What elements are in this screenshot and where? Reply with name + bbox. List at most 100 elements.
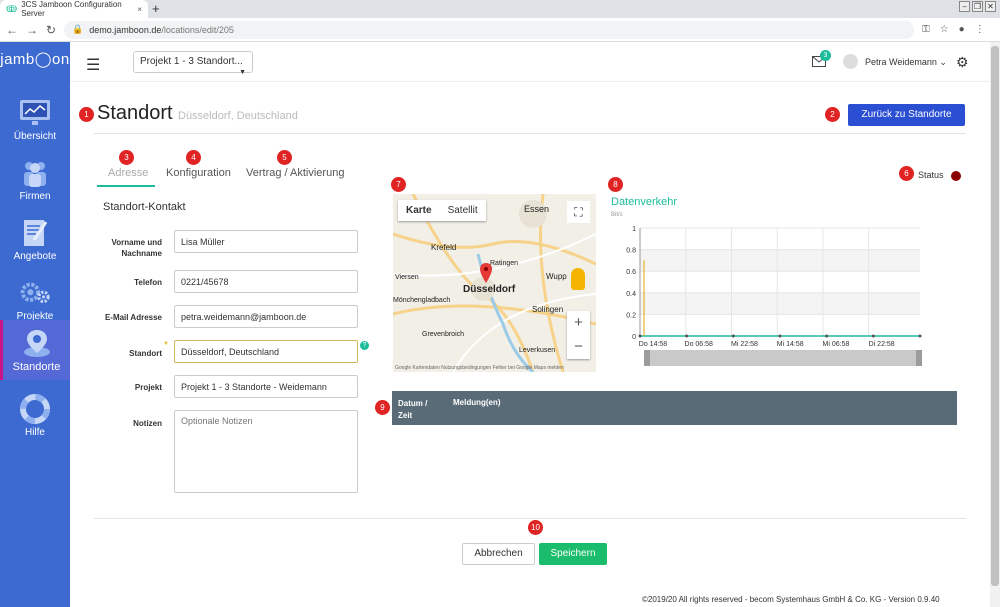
callout-badge: 7 <box>391 177 406 192</box>
chart-ytick-label: 0.6 <box>626 269 636 276</box>
dashboard-icon <box>18 98 52 128</box>
chart-xtick-label: Mi 14:58 <box>777 341 804 348</box>
location-field[interactable] <box>174 340 358 363</box>
chart-navigator[interactable] <box>644 350 922 366</box>
forward-arrow-icon[interactable]: → <box>26 23 38 37</box>
name-label: Vorname und Nachname <box>111 238 162 258</box>
chart-ytick-label: 1 <box>632 226 636 233</box>
chart-point <box>638 334 642 338</box>
zoom-in-button[interactable]: + <box>567 311 590 335</box>
pegman-icon[interactable] <box>571 268 585 290</box>
caret-down-icon: ▼ <box>239 69 246 76</box>
save-button[interactable]: Speichern <box>539 543 607 565</box>
callout-badge: 10 <box>528 520 543 535</box>
sidebar-item-angebote[interactable]: Angebote <box>0 210 70 269</box>
menu-dots-icon[interactable]: ⋮ <box>975 24 985 35</box>
callout-badge: 9 <box>375 400 390 415</box>
cancel-button[interactable]: Abbrechen <box>462 543 535 565</box>
divider <box>94 518 966 519</box>
zoom-control: + − <box>567 311 590 359</box>
status-label: Status <box>918 170 944 180</box>
navigator-handle-left[interactable] <box>644 350 650 366</box>
close-tab-icon[interactable]: × <box>137 5 142 14</box>
page-subtitle: Düsseldorf, Deutschland <box>178 110 298 122</box>
scrollbar-thumb[interactable] <box>991 46 999 586</box>
email-field[interactable] <box>174 305 358 328</box>
gear-icon[interactable]: ⚙ <box>956 54 969 71</box>
reload-icon[interactable]: ↻ <box>46 23 56 37</box>
new-tab-button[interactable]: + <box>152 1 160 16</box>
hamburger-menu-icon[interactable]: ☰ <box>86 55 100 75</box>
column-header-messages[interactable]: Meldung(en) <box>453 398 501 407</box>
name-field[interactable] <box>174 230 358 253</box>
user-menu[interactable]: Petra Weidemann ⌄ <box>865 57 947 68</box>
chart-xtick-label: Mi 22:58 <box>731 341 758 348</box>
project-select[interactable]: Projekt 1 - 3 Standort... ▼ <box>133 51 253 76</box>
favicon-icon: ↂ <box>6 3 18 14</box>
logo: jamb◯on <box>0 51 70 68</box>
map-type-map[interactable]: Karte <box>398 200 440 221</box>
sidebar-item-hilfe[interactable]: Hilfe <box>0 386 70 445</box>
sidebar-item-label: Hilfe <box>24 426 45 438</box>
window-controls: – ❐ ✕ <box>959 1 996 12</box>
chart-point <box>685 334 689 338</box>
sidebar-item-standorte[interactable]: Standorte <box>0 320 70 380</box>
fullscreen-icon[interactable]: ⛶ <box>567 201 590 223</box>
map-city: Essen <box>524 204 550 214</box>
notes-textarea[interactable] <box>174 410 358 493</box>
callout-badge: 1 <box>79 107 94 122</box>
chart-point <box>871 334 875 338</box>
chart-xtick-label: Do 06:58 <box>685 341 714 348</box>
callout-badge: 5 <box>277 150 292 165</box>
chevron-down-icon: ⌄ <box>939 57 947 67</box>
people-icon <box>18 158 52 188</box>
url-field[interactable]: 🔒 demo.jamboon.de/locations/edit/205 <box>64 20 915 39</box>
form-title: Standort-Kontakt <box>103 201 186 213</box>
avatar[interactable] <box>843 54 858 69</box>
traffic-chart: 0 0.2 0.4 0.6 0.8 1 Do 14:58 Do 06:58 Mi 22:58 Mi… <box>626 226 922 348</box>
back-arrow-icon[interactable]: ← <box>6 23 18 37</box>
map-type-satellite[interactable]: Satellit <box>440 200 486 221</box>
mail-count-badge: 3 <box>820 50 831 61</box>
zoom-out-button[interactable]: − <box>567 335 590 359</box>
help-icon[interactable]: ? <box>360 341 369 350</box>
map-city: Krefeld <box>431 243 457 252</box>
navigator-handle-right[interactable] <box>916 350 922 366</box>
url-path: /locations/edit/205 <box>161 24 234 35</box>
location-label: Standort <box>129 349 162 358</box>
column-header-date[interactable]: Datum / Zeit <box>398 398 442 422</box>
close-window-icon[interactable]: ✕ <box>985 1 996 12</box>
footer-copyright: ©2019/20 All rights reserved - becom Sys… <box>642 595 940 604</box>
tab-konfiguration[interactable]: Konfiguration <box>166 167 231 179</box>
map-attribution: Google Kartendaten Nutzungsbedingungen F… <box>395 365 564 371</box>
browser-tab[interactable]: ↂ 3CS Jamboon Configuration Server × <box>0 0 148 18</box>
map-type-control: Karte Satellit <box>398 200 486 221</box>
minimize-icon[interactable]: – <box>959 1 970 12</box>
chart-xtick-label: Di 22:58 <box>869 341 895 348</box>
back-to-locations-button[interactable]: Zurück zu Standorte <box>848 104 965 126</box>
phone-field[interactable] <box>174 270 358 293</box>
gears-icon <box>18 278 52 308</box>
sidebar-item-firmen[interactable]: Firmen <box>0 150 70 209</box>
map-city: Grevenbroich <box>422 331 465 338</box>
chart-title: Datenverkehr <box>611 196 678 208</box>
star-icon[interactable]: ☆ <box>940 24 949 35</box>
tab-vertrag-aktivierung[interactable]: Vertrag / Aktivierung <box>246 167 344 179</box>
email-label: E-Mail Adresse <box>104 313 162 322</box>
tab-adresse[interactable]: Adresse <box>108 167 148 179</box>
sidebar-item-uebersicht[interactable]: Übersicht <box>0 90 70 149</box>
map-city: Wupp <box>546 272 567 281</box>
profile-icon[interactable]: ● <box>959 24 965 35</box>
key-icon[interactable]: ⚿ <box>922 24 930 35</box>
divider <box>94 133 966 134</box>
chart-ytick-label: 0.8 <box>626 248 636 255</box>
sidebar-item-label: Angebote <box>13 250 57 262</box>
callout-badge: 3 <box>119 150 134 165</box>
map-city: Viersen <box>395 274 419 281</box>
project-field[interactable] <box>174 375 358 398</box>
chart-xtick-label: Mi 06:58 <box>823 341 850 348</box>
browser-tab-title: 3CS Jamboon Configuration Server <box>21 0 122 18</box>
restore-icon[interactable]: ❐ <box>972 1 983 12</box>
callout-badge: 6 <box>899 166 914 181</box>
map-pin-icon[interactable] <box>480 263 492 286</box>
